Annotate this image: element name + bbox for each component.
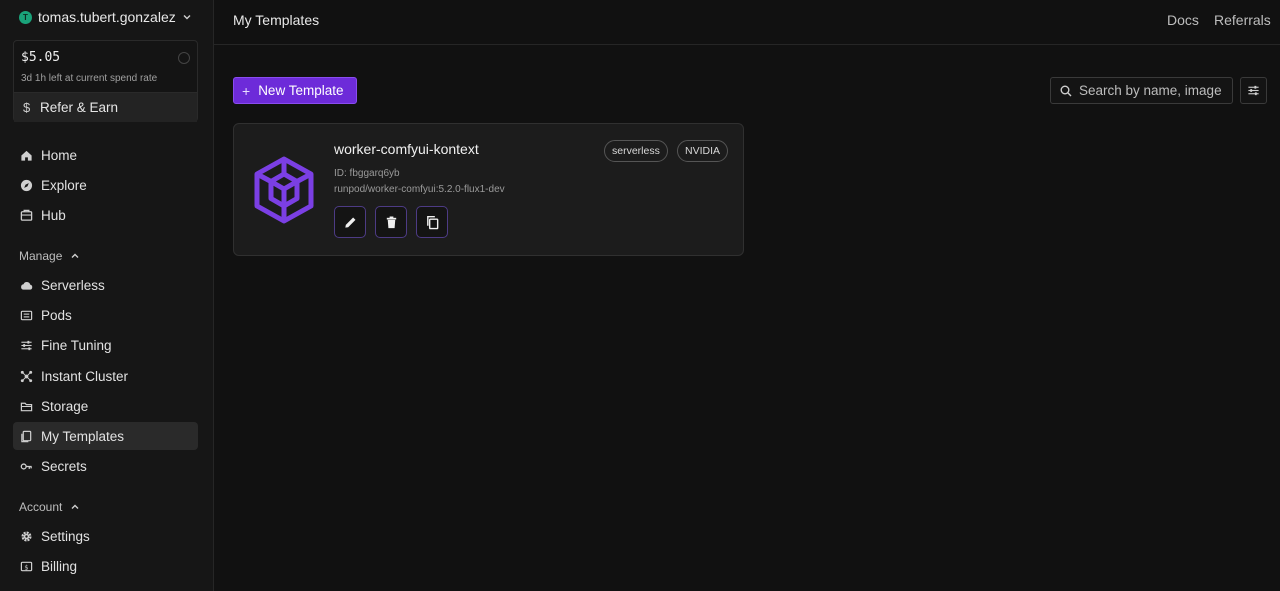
sidebar-item-label: Storage xyxy=(41,398,89,414)
refer-earn-label: Refer & Earn xyxy=(40,100,119,115)
pods-icon xyxy=(20,310,33,320)
sliders-icon xyxy=(1248,85,1259,96)
delete-button[interactable] xyxy=(375,206,407,238)
template-card[interactable]: worker-comfyui-kontext ID: fbggarq6yb ru… xyxy=(233,123,744,256)
balance-amount: $5.05 xyxy=(21,50,61,65)
sidebar-item-hub[interactable]: Hub xyxy=(13,201,198,229)
sidebar-item-billing[interactable]: $ Billing xyxy=(13,552,198,580)
sidebar-item-settings[interactable]: Settings xyxy=(13,522,198,550)
section-label: Account xyxy=(19,500,63,514)
account-switcher[interactable]: T tomas.tubert.gonzalez xyxy=(19,9,192,25)
templates-icon xyxy=(21,430,32,442)
sidebar-item-label: Hub xyxy=(41,207,66,223)
key-icon xyxy=(20,462,32,470)
dollar-icon: $ xyxy=(23,100,31,115)
sidebar-item-secrets[interactable]: Secrets xyxy=(13,452,198,480)
account-username: tomas.tubert.gonzalez xyxy=(38,9,176,25)
balance-card: $5.05 3d 1h left at current spend rate $… xyxy=(13,40,198,122)
hub-icon xyxy=(20,209,33,221)
section-label: Manage xyxy=(19,249,63,263)
main-content: My Templates Docs Referrals + New Templa… xyxy=(214,0,1280,591)
docs-link[interactable]: Docs xyxy=(1167,12,1199,28)
spend-ring-icon xyxy=(178,52,190,64)
filter-button[interactable] xyxy=(1240,77,1267,104)
copy-icon xyxy=(426,215,438,229)
svg-text:$: $ xyxy=(24,563,28,571)
section-manage[interactable]: Manage xyxy=(19,249,80,263)
sidebar-item-label: Explore xyxy=(41,177,87,193)
billing-icon: $ xyxy=(20,561,33,571)
sidebar-item-pods[interactable]: Pods xyxy=(13,301,198,329)
sidebar-item-home[interactable]: Home xyxy=(13,141,198,169)
sidebar-item-serverless[interactable]: Serverless xyxy=(13,271,198,299)
sidebar: T tomas.tubert.gonzalez $5.05 3d 1h left… xyxy=(0,0,214,591)
storage-icon xyxy=(20,402,33,411)
sidebar-item-label: Settings xyxy=(41,528,90,544)
template-image: runpod/worker-comfyui:5.2.0-flux1-dev xyxy=(334,184,505,195)
new-template-label: New Template xyxy=(258,83,344,98)
sidebar-item-label: Instant Cluster xyxy=(41,368,129,384)
sidebar-item-label: Home xyxy=(41,147,78,163)
balance-subtext: 3d 1h left at current spend rate xyxy=(21,73,158,84)
avatar: T xyxy=(19,10,32,24)
sidebar-item-label: Serverless xyxy=(41,277,105,293)
gear-icon xyxy=(21,530,32,542)
edit-button[interactable] xyxy=(334,206,366,238)
badge-serverless: serverless xyxy=(604,140,668,162)
sidebar-item-label: Fine Tuning xyxy=(41,337,112,353)
sidebar-item-label: Billing xyxy=(41,558,78,574)
sidebar-item-storage[interactable]: Storage xyxy=(13,392,198,420)
cluster-icon xyxy=(20,370,33,382)
home-icon xyxy=(21,150,32,161)
sidebar-item-fine-tuning[interactable]: Fine Tuning xyxy=(13,331,198,359)
page-title: My Templates xyxy=(233,12,320,28)
plus-icon: + xyxy=(242,82,251,99)
chevron-up-icon xyxy=(71,253,79,258)
sidebar-item-my-templates[interactable]: My Templates xyxy=(13,422,198,450)
topbar: My Templates Docs Referrals xyxy=(214,0,1280,45)
sidebar-item-label: My Templates xyxy=(41,428,125,444)
new-template-button[interactable]: + New Template xyxy=(233,77,357,104)
trash-icon xyxy=(386,216,396,228)
search-icon xyxy=(1060,85,1072,96)
cloud-icon xyxy=(21,281,33,290)
chevron-down-icon xyxy=(183,15,191,20)
cube-logo-icon xyxy=(254,156,314,224)
compass-icon xyxy=(20,179,33,191)
search-box xyxy=(1050,77,1233,104)
search-input[interactable] xyxy=(1079,83,1229,98)
sidebar-item-label: Secrets xyxy=(41,458,87,474)
sliders-icon xyxy=(21,340,32,350)
referrals-link[interactable]: Referrals xyxy=(1214,12,1271,28)
duplicate-button[interactable] xyxy=(416,206,448,238)
badge-nvidia: NVIDIA xyxy=(677,140,729,162)
pencil-icon xyxy=(344,217,355,228)
template-name: worker-comfyui-kontext xyxy=(334,141,479,157)
chevron-up-icon xyxy=(71,504,79,509)
section-account[interactable]: Account xyxy=(19,500,80,514)
sidebar-item-label: Pods xyxy=(41,307,72,323)
refer-earn-button[interactable]: $ Refer & Earn xyxy=(14,92,197,122)
template-id: ID: fbggarq6yb xyxy=(334,168,400,179)
app: T tomas.tubert.gonzalez $5.05 3d 1h left… xyxy=(0,0,1280,591)
sidebar-item-explore[interactable]: Explore xyxy=(13,171,198,199)
sidebar-item-instant-cluster[interactable]: Instant Cluster xyxy=(13,362,198,390)
